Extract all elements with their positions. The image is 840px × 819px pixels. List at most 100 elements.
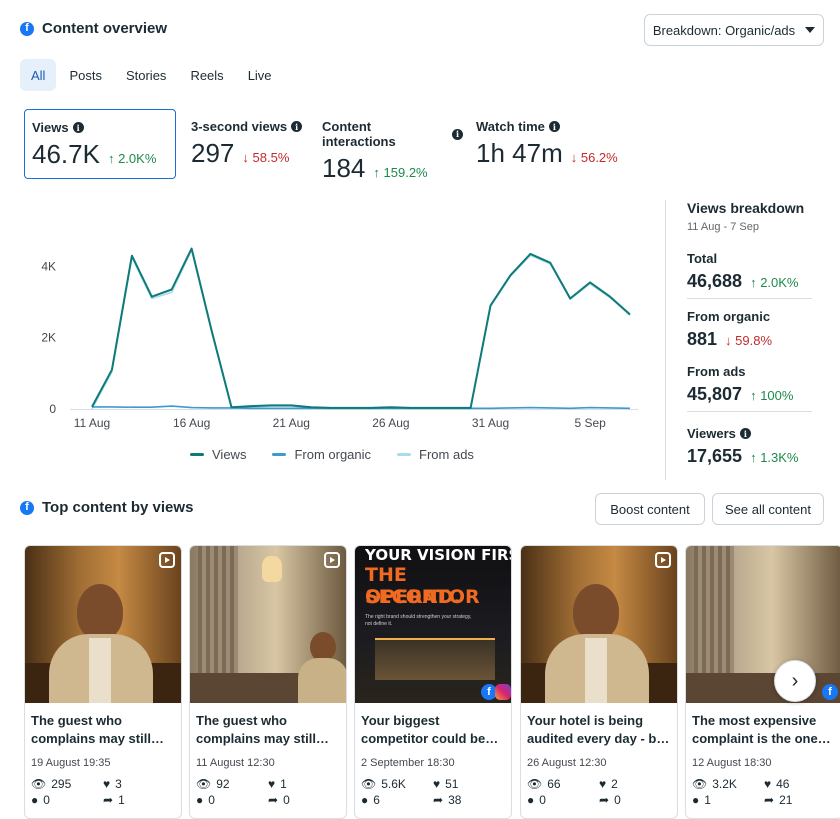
- tab-reels[interactable]: Reels: [179, 59, 234, 91]
- comment-icon: ●: [361, 793, 369, 807]
- reel-icon: [324, 552, 340, 568]
- legend-from-organic[interactable]: From organic: [272, 447, 371, 462]
- content-type-tabs: All Posts Stories Reels Live: [20, 59, 283, 91]
- info-icon[interactable]: i: [452, 128, 463, 140]
- comment-icon: ●: [527, 793, 535, 807]
- see-all-content-button[interactable]: See all content: [712, 493, 824, 525]
- tab-stories[interactable]: Stories: [115, 59, 177, 91]
- breakdown-date-range: 11 Aug - 7 Sep: [687, 221, 759, 233]
- share-icon: ➦: [599, 793, 610, 807]
- metric-change: ↓ 58.5%: [242, 150, 290, 165]
- tab-posts[interactable]: Posts: [58, 59, 113, 91]
- reel-icon: [655, 552, 671, 568]
- x-tick-label: 21 Aug: [273, 416, 310, 430]
- shares-stat: ➦ 0: [599, 793, 621, 807]
- heart-icon: ♥: [433, 777, 441, 791]
- metric-change: ↑ 2.0K%: [107, 151, 157, 166]
- breakdown-total: Total 46,688 ↑ 2.0K%: [687, 251, 837, 299]
- tab-live[interactable]: Live: [237, 59, 283, 91]
- x-tick-label: 11 Aug: [74, 416, 110, 430]
- card-title: The most expensive complaint is the one…: [692, 713, 831, 746]
- video-thumbnail: [521, 546, 677, 703]
- comment-icon: ●: [692, 793, 700, 807]
- breakdown-from-organic: From organic 881 ↓ 59.8%: [687, 309, 773, 349]
- comment-icon: ●: [31, 793, 39, 807]
- x-tick-label: 16 Aug: [173, 416, 210, 430]
- metric-change: ↓ 56.2%: [570, 150, 618, 165]
- series-line-from-ads: [91, 249, 631, 410]
- content-card[interactable]: The guest who complains may still… 19 Au…: [24, 545, 182, 819]
- legend-views[interactable]: Views: [190, 447, 246, 462]
- eye-icon: 👁: [527, 777, 543, 791]
- y-tick-label: 2K: [41, 331, 56, 345]
- share-icon: ➦: [764, 793, 775, 807]
- card-date: 11 August 12:30: [196, 757, 275, 769]
- metric-value: 184: [322, 153, 366, 183]
- content-card[interactable]: The guest who complains may still… 11 Au…: [189, 545, 347, 819]
- facebook-icon: f: [20, 21, 34, 36]
- heart-icon: ♥: [599, 777, 607, 791]
- breakdown-from-ads: From ads 45,807 ↑ 100%: [687, 364, 837, 412]
- facebook-icon: f: [20, 500, 34, 515]
- info-icon[interactable]: i: [548, 121, 560, 132]
- views-stat: 👁 5.6K: [361, 777, 406, 791]
- x-tick-label: 26 Aug: [372, 416, 409, 430]
- info-icon[interactable]: i: [291, 121, 303, 132]
- carousel-next-button[interactable]: ›: [774, 660, 816, 702]
- breakdown-title: Views breakdown: [687, 200, 805, 216]
- poster-headline: YOUR VISION FIRST.: [365, 546, 511, 564]
- comments-stat: ● 0: [31, 793, 50, 807]
- page-title: Content overview: [42, 20, 168, 37]
- chevron-right-icon: ›: [791, 669, 799, 692]
- breakdown-viewers: Viewers i 17,655 ↑ 1.3K%: [687, 426, 799, 466]
- poster-thumbnail: YOUR VISION FIRST. THE OPERATOR SECOND. …: [355, 546, 511, 703]
- heart-icon: ♥: [103, 777, 111, 791]
- metric-watch-time[interactable]: Watch time i 1h 47m ↓ 56.2%: [469, 109, 639, 179]
- legend-from-ads[interactable]: From ads: [397, 447, 474, 462]
- likes-stat: ♥ 1: [268, 777, 287, 791]
- content-card[interactable]: YOUR VISION FIRST. THE OPERATOR SECOND. …: [354, 545, 512, 819]
- heart-icon: ♥: [268, 777, 276, 791]
- breakdown-dropdown-label: Breakdown: Organic/ads: [652, 22, 796, 38]
- top-content-carousel: The guest who complains may still… 19 Au…: [24, 545, 840, 819]
- content-card[interactable]: Your hotel is being audited every day - …: [520, 545, 678, 819]
- info-icon[interactable]: i: [72, 122, 84, 133]
- shares-stat: ➦ 21: [764, 793, 793, 807]
- shares-stat: ➦ 1: [103, 793, 125, 807]
- reel-icon: [159, 552, 175, 568]
- facebook-icon: f: [822, 684, 838, 700]
- card-title: The guest who complains may still…: [31, 713, 164, 746]
- comments-stat: ● 0: [196, 793, 215, 807]
- share-icon: ➦: [103, 793, 114, 807]
- card-title: The guest who complains may still…: [196, 713, 329, 746]
- card-title: Your hotel is being audited every day - …: [527, 713, 670, 746]
- metric-value: 46.7K: [32, 139, 100, 169]
- video-thumbnail: [25, 546, 181, 703]
- metric-3-second-views[interactable]: 3-second views i 297 ↓ 58.5%: [184, 109, 309, 179]
- metric-views[interactable]: Views i 46.7K ↑ 2.0K%: [24, 109, 176, 179]
- boost-content-button[interactable]: Boost content: [595, 493, 705, 525]
- views-line-chart[interactable]: 0 2K 4K 11 Aug 16 Aug 21 Aug 26 Aug 31 Aug 5 Sep: [20, 200, 650, 430]
- video-thumbnail: [190, 546, 346, 703]
- legend-swatch: [397, 453, 412, 456]
- breakdown-divider: [665, 200, 666, 480]
- chart-legend: Views From organic From ads: [190, 447, 474, 462]
- chevron-down-icon: [805, 27, 816, 33]
- metric-value: 1h 47m: [476, 138, 563, 168]
- video-thumbnail: f: [686, 546, 840, 703]
- content-card[interactable]: f The most expensive complaint is the on…: [685, 545, 840, 819]
- shares-stat: ➦ 0: [268, 793, 290, 807]
- metric-content-interactions[interactable]: Content interactions i 184 ↑ 159.2%: [315, 109, 463, 183]
- eye-icon: 👁: [692, 777, 708, 791]
- y-tick-label: 4K: [41, 259, 56, 273]
- info-icon[interactable]: i: [739, 428, 751, 439]
- metric-change: ↑ 159.2%: [373, 165, 428, 180]
- views-stat: 👁 3.2K: [692, 777, 737, 791]
- divider: [687, 411, 812, 412]
- tab-all[interactable]: All: [20, 59, 57, 91]
- breakdown-dropdown[interactable]: Breakdown: Organic/ads: [644, 14, 824, 46]
- views-stat: 👁 66: [527, 777, 561, 791]
- shares-stat: ➦ 38: [433, 793, 462, 807]
- divider: [687, 298, 812, 299]
- metric-label: 3-second views: [191, 119, 288, 134]
